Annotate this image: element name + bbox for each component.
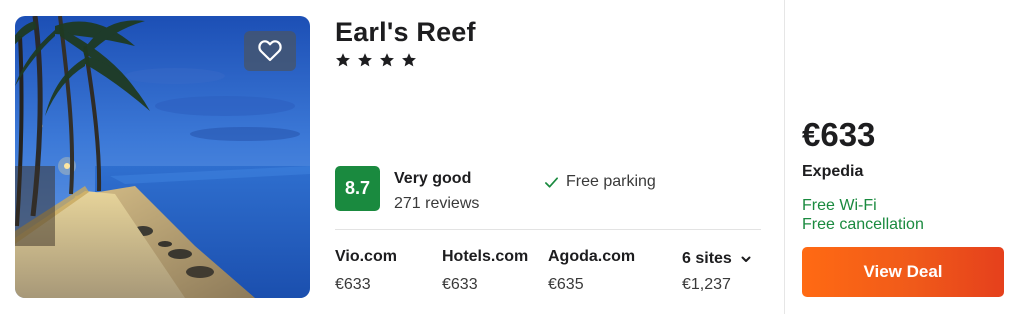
site-price: €635 — [548, 276, 584, 293]
section-divider — [784, 0, 785, 314]
rating-score-badge: 8.7 — [335, 166, 380, 211]
heart-icon — [258, 40, 282, 62]
deal-provider: Expedia — [802, 163, 864, 180]
more-sites-toggle[interactable]: 6 sites — [682, 250, 752, 268]
chevron-down-icon — [741, 256, 751, 262]
site-price: €633 — [335, 276, 371, 293]
favorite-button[interactable] — [244, 31, 296, 71]
site-price: €633 — [442, 276, 478, 293]
more-sites-price: €1,237 — [682, 276, 731, 293]
perk-free-wifi: Free Wi-Fi — [802, 197, 877, 214]
site-option-agoda[interactable]: Agoda.com €635 — [548, 248, 635, 294]
hotel-name[interactable]: Earl's Reef — [335, 17, 476, 48]
divider — [335, 229, 761, 230]
more-sites-label: 6 sites — [682, 250, 732, 267]
site-name: Hotels.com — [442, 248, 529, 265]
view-deal-button[interactable]: View Deal — [802, 247, 1004, 297]
perk-free-cancellation: Free cancellation — [802, 216, 924, 233]
site-option-vio[interactable]: Vio.com €633 — [335, 248, 397, 294]
star-icon — [380, 53, 394, 67]
rating-label: Very good — [394, 170, 472, 187]
site-option-hotels[interactable]: Hotels.com €633 — [442, 248, 528, 294]
star-rating — [335, 52, 417, 68]
more-sites-dropdown[interactable]: 6 sites €1,237 — [682, 250, 752, 294]
amenity-free-parking: Free parking — [544, 173, 656, 191]
hotel-result-card: Earl's Reef 8.7 Very good 271 reviews Fr… — [0, 0, 1024, 314]
star-icon — [402, 53, 416, 67]
site-name: Vio.com — [335, 248, 397, 265]
site-name: Agoda.com — [548, 248, 636, 265]
deal-price: €633 — [802, 116, 876, 153]
amenity-label: Free parking — [566, 173, 656, 190]
review-count[interactable]: 271 reviews — [394, 195, 479, 213]
star-icon — [358, 53, 372, 67]
star-icon — [336, 53, 350, 67]
check-icon — [545, 176, 558, 188]
